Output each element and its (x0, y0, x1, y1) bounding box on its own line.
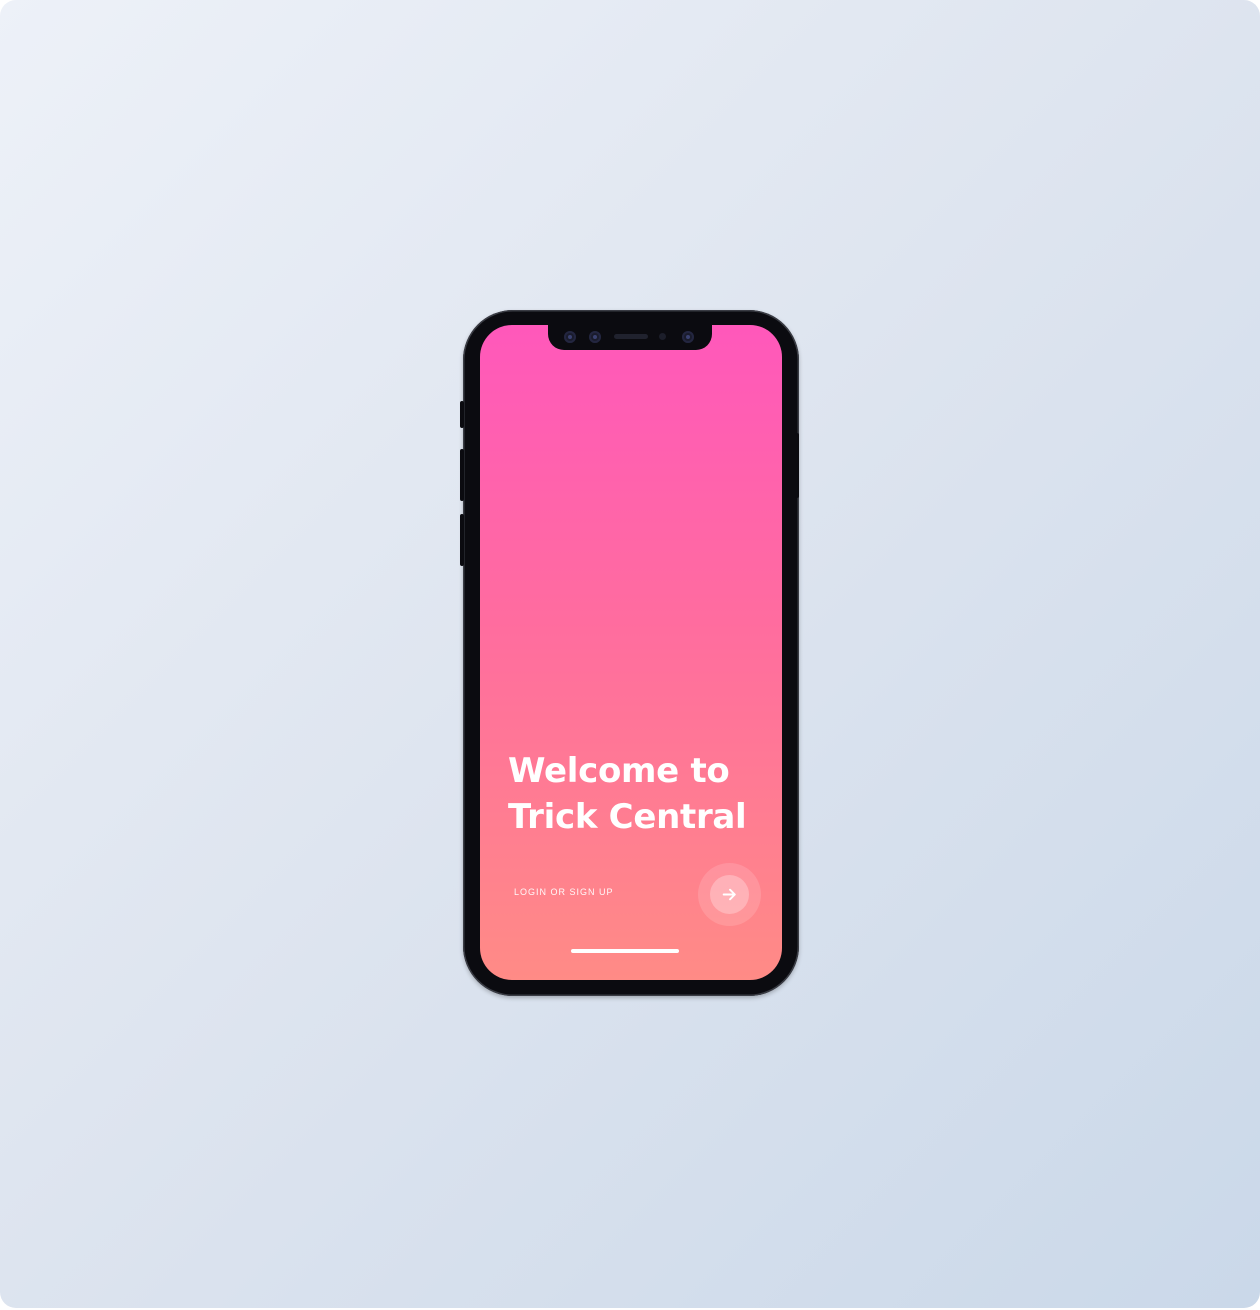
phone-notch (548, 325, 712, 350)
phone-screen: Welcome to Trick Central LOGIN OR SIGN U… (480, 325, 782, 980)
phone-mockup: Welcome to Trick Central LOGIN OR SIGN U… (460, 310, 799, 996)
camera-icon (589, 331, 601, 343)
page-background: Welcome to Trick Central LOGIN OR SIGN U… (0, 0, 1260, 1308)
camera-icon (564, 331, 576, 343)
power-button (795, 433, 799, 498)
welcome-heading: Welcome to Trick Central (508, 751, 747, 837)
continue-button[interactable] (698, 863, 761, 926)
volume-up-button (460, 449, 464, 501)
camera-icon (682, 331, 694, 343)
sensor-dot (659, 333, 666, 340)
silent-switch (460, 401, 464, 428)
login-signup-link[interactable]: LOGIN OR SIGN UP (514, 887, 614, 897)
continue-button-inner[interactable] (710, 875, 749, 914)
speaker-grille (614, 334, 648, 339)
arrow-right-icon (722, 888, 736, 901)
home-indicator[interactable] (571, 949, 679, 953)
volume-down-button (460, 514, 464, 566)
